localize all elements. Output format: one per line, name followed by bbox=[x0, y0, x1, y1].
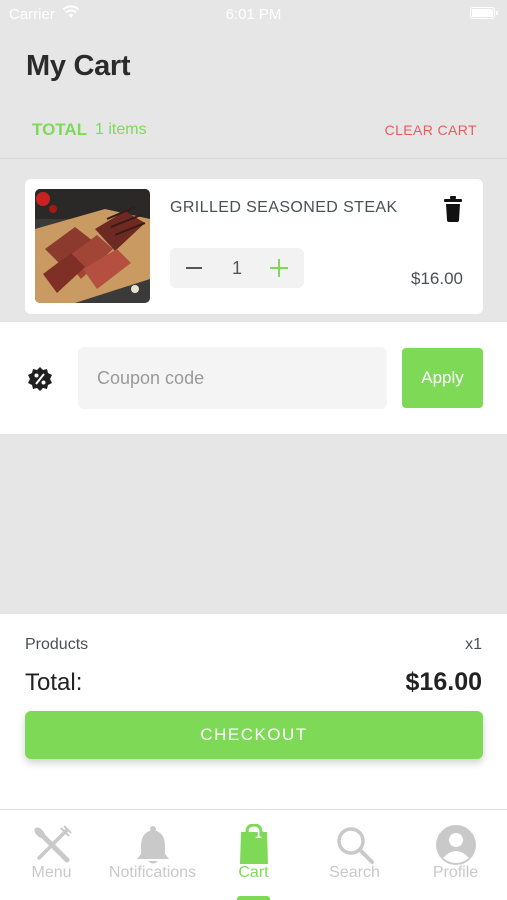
tab-label: Profile bbox=[432, 864, 479, 881]
tab-search[interactable]: Search bbox=[304, 810, 405, 900]
page-title: My Cart bbox=[26, 50, 131, 82]
tab-label: Search bbox=[329, 864, 380, 881]
item-name: GRILLED SEASONED STEAK bbox=[170, 199, 398, 216]
search-icon bbox=[337, 827, 374, 864]
bell-icon bbox=[137, 826, 169, 864]
clock: 6:01 PM bbox=[225, 6, 282, 23]
status-bar: Carrier 6:01 PM bbox=[0, 0, 507, 30]
utensils-icon bbox=[34, 825, 72, 863]
tab-label: Menu bbox=[31, 864, 72, 881]
increase-quantity-button[interactable] bbox=[270, 259, 288, 277]
tab-menu[interactable]: Menu bbox=[1, 810, 102, 900]
active-tab-indicator bbox=[237, 896, 270, 900]
steak-image bbox=[35, 189, 150, 303]
total-label: TOTAL bbox=[32, 120, 88, 139]
shopping-bag-icon bbox=[240, 824, 268, 864]
quantity-stepper: 1 bbox=[170, 248, 304, 288]
trash-icon[interactable] bbox=[443, 196, 463, 222]
divider bbox=[0, 158, 507, 159]
battery-icon bbox=[470, 7, 498, 19]
item-count: 1 items bbox=[95, 121, 147, 138]
coupon-code-input[interactable] bbox=[78, 347, 387, 409]
coupon-section: Apply bbox=[0, 322, 507, 434]
cart-item: GRILLED SEASONED STEAK 1 $16.00 bbox=[25, 179, 483, 314]
tab-notifications[interactable]: Notifications bbox=[102, 810, 203, 900]
checkout-button[interactable]: CHECKOUT bbox=[25, 711, 483, 759]
tab-label: Cart bbox=[238, 864, 269, 881]
products-label: Products bbox=[25, 636, 89, 653]
order-total-value: $16.00 bbox=[405, 668, 482, 696]
tab-profile[interactable]: Profile bbox=[405, 810, 506, 900]
profile-icon bbox=[436, 825, 476, 865]
cart-badge: 1 bbox=[255, 827, 262, 841]
tab-label: Notifications bbox=[108, 864, 197, 881]
checkout-panel: Products x1 Total: $16.00 CHECKOUT bbox=[0, 614, 507, 810]
order-total-label: Total: bbox=[25, 669, 83, 696]
apply-coupon-button[interactable]: Apply bbox=[402, 348, 483, 408]
discount-badge-icon bbox=[28, 367, 52, 391]
tab-bar: Menu Notifications 1 Cart Search Profile bbox=[0, 809, 507, 900]
clear-cart-button[interactable]: CLEAR CART bbox=[385, 122, 477, 138]
products-count: x1 bbox=[465, 636, 482, 653]
item-price: $16.00 bbox=[411, 269, 463, 288]
tab-cart[interactable]: 1 Cart bbox=[203, 810, 304, 900]
cart-summary: TOTAL 1 items CLEAR CART bbox=[0, 118, 507, 142]
